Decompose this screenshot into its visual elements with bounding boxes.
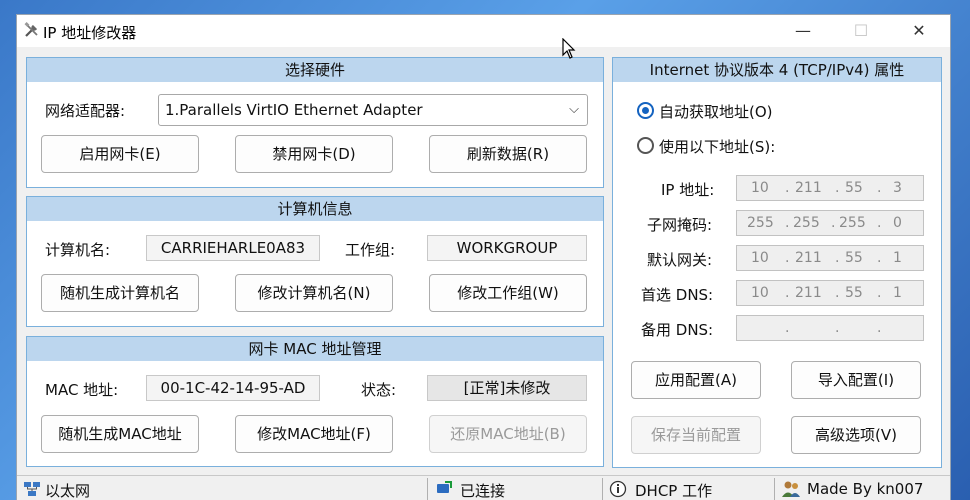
computer-name-label: 计算机名: xyxy=(45,241,111,259)
auto-address-label[interactable]: 自动获取地址(O) xyxy=(659,101,773,122)
chevron-down-icon: ⌵ xyxy=(569,102,579,117)
ip-octet-1: 10 xyxy=(751,180,769,196)
manual-address-label[interactable]: 使用以下地址(S): xyxy=(659,136,775,157)
random-computer-name-button[interactable]: 随机生成计算机名 xyxy=(41,274,199,312)
app-window: IP 地址修改器 — ☐ ✕ 选择硬件 网络适配器: 1.Parallels V… xyxy=(16,14,951,500)
mouse-cursor-icon xyxy=(562,38,576,59)
hardware-group: 选择硬件 网络适配器: 1.Parallels VirtIO Ethernet … xyxy=(26,57,604,188)
ip-octet-4: 3 xyxy=(893,180,902,196)
ipv4-header: Internet 协议版本 4 (TCP/IPv4) 属性 xyxy=(613,58,941,82)
mac-group: 网卡 MAC 地址管理 MAC 地址: 00-1C-42-14-95-AD 状态… xyxy=(26,336,604,467)
window-title: IP 地址修改器 xyxy=(43,24,137,42)
mac-label: MAC 地址: xyxy=(45,381,119,399)
mac-status-label: 状态: xyxy=(361,381,397,399)
adapter-value: 1.Parallels VirtIO Ethernet Adapter xyxy=(165,101,423,119)
ip-dot: . xyxy=(785,180,790,196)
status-connection: 已连接 xyxy=(460,482,506,500)
status-dhcp: DHCP 工作 xyxy=(635,482,713,500)
users-icon xyxy=(782,481,800,497)
ip-dot: . xyxy=(877,285,882,301)
tools-icon xyxy=(24,22,38,37)
ip-dot: . xyxy=(785,250,790,266)
restore-mac-button[interactable]: 还原MAC地址(B) xyxy=(429,415,587,453)
network-icon xyxy=(24,482,40,496)
gateway-octet-2: 211 xyxy=(795,250,822,266)
ip-dot: . xyxy=(835,320,840,336)
mask-octet-4: 0 xyxy=(893,215,902,231)
ip-dot: . xyxy=(785,285,790,301)
mask-octet-3: 255 xyxy=(839,215,866,231)
gateway-field[interactable]: 10 . 211 . 55 . 1 xyxy=(736,245,924,271)
apply-config-button[interactable]: 应用配置(A) xyxy=(631,361,761,399)
status-bar: 以太网 已连接 DHCP 工作 Made By kn007 xyxy=(17,475,950,500)
title-bar: IP 地址修改器 — ☐ ✕ xyxy=(17,15,950,47)
mac-status-field: [正常]未修改 xyxy=(427,375,587,401)
mask-label: 子网掩码: xyxy=(647,216,713,234)
subnet-mask-field[interactable]: 255 . 255 . 255 . 0 xyxy=(736,210,924,236)
minimize-button[interactable]: — xyxy=(774,15,832,47)
mask-octet-1: 255 xyxy=(747,215,774,231)
ip-dot: . xyxy=(835,285,840,301)
ip-dot: . xyxy=(835,180,840,196)
ip-dot: . xyxy=(877,180,882,196)
status-network: 以太网 xyxy=(45,482,91,500)
enable-adapter-button[interactable]: 启用网卡(E) xyxy=(41,135,199,173)
disable-adapter-button[interactable]: 禁用网卡(D) xyxy=(235,135,393,173)
modify-mac-button[interactable]: 修改MAC地址(F) xyxy=(235,415,393,453)
gateway-octet-4: 1 xyxy=(893,250,902,266)
maximize-button[interactable]: ☐ xyxy=(832,15,890,47)
dns1-label: 首选 DNS: xyxy=(641,286,714,304)
modify-computer-name-button[interactable]: 修改计算机名(N) xyxy=(235,274,393,312)
modify-workgroup-button[interactable]: 修改工作组(W) xyxy=(429,274,587,312)
advanced-options-button[interactable]: 高级选项(V) xyxy=(791,416,921,454)
ipv4-group: Internet 协议版本 4 (TCP/IPv4) 属性 自动获取地址(O) … xyxy=(612,57,942,468)
ip-address-field[interactable]: 10 . 211 . 55 . 3 xyxy=(736,175,924,201)
ip-label: IP 地址: xyxy=(661,181,715,199)
ip-dot: . xyxy=(877,250,882,266)
auto-address-radio[interactable] xyxy=(637,102,654,119)
gateway-octet-1: 10 xyxy=(751,250,769,266)
ip-octet-2: 211 xyxy=(795,180,822,196)
dns1-octet-2: 211 xyxy=(795,285,822,301)
ip-octet-3: 55 xyxy=(845,180,863,196)
mac-address-field[interactable]: 00-1C-42-14-95-AD xyxy=(146,375,320,401)
computer-group: 计算机信息 计算机名: CARRIEHARLE0A83 工作组: WORKGRO… xyxy=(26,196,604,327)
status-author: Made By kn007 xyxy=(807,480,924,498)
dns1-octet-3: 55 xyxy=(845,285,863,301)
close-button[interactable]: ✕ xyxy=(890,15,948,47)
status-separator xyxy=(774,478,775,500)
import-config-button[interactable]: 导入配置(I) xyxy=(791,361,921,399)
preferred-dns-field[interactable]: 10 . 211 . 55 . 1 xyxy=(736,280,924,306)
mac-header: 网卡 MAC 地址管理 xyxy=(27,337,603,361)
refresh-button[interactable]: 刷新数据(R) xyxy=(429,135,587,173)
ip-dot: . xyxy=(831,215,836,231)
ip-dot: . xyxy=(785,215,790,231)
ip-dot: . xyxy=(877,320,882,336)
random-mac-button[interactable]: 随机生成MAC地址 xyxy=(41,415,199,453)
status-separator xyxy=(427,478,428,500)
computer-name-field[interactable]: CARRIEHARLE0A83 xyxy=(146,235,320,261)
adapter-label: 网络适配器: xyxy=(45,102,126,120)
mask-octet-2: 255 xyxy=(793,215,820,231)
workgroup-field[interactable]: WORKGROUP xyxy=(427,235,587,261)
ip-dot: . xyxy=(835,250,840,266)
gateway-label: 默认网关: xyxy=(647,251,713,269)
info-icon xyxy=(609,480,627,498)
ip-dot: . xyxy=(877,215,882,231)
ip-dot: . xyxy=(785,320,790,336)
dns1-octet-1: 10 xyxy=(751,285,769,301)
computer-header: 计算机信息 xyxy=(27,197,603,221)
save-config-button[interactable]: 保存当前配置 xyxy=(631,416,761,454)
gateway-octet-3: 55 xyxy=(845,250,863,266)
dns1-octet-4: 1 xyxy=(893,285,902,301)
workgroup-label: 工作组: xyxy=(345,241,396,259)
dns2-label: 备用 DNS: xyxy=(641,321,714,339)
status-separator xyxy=(602,478,603,500)
adapter-select[interactable]: 1.Parallels VirtIO Ethernet Adapter ⌵ xyxy=(158,94,588,126)
hardware-header: 选择硬件 xyxy=(27,58,603,82)
connected-icon xyxy=(437,481,452,493)
manual-address-radio[interactable] xyxy=(637,137,654,154)
alternate-dns-field[interactable]: . . . xyxy=(736,315,924,341)
